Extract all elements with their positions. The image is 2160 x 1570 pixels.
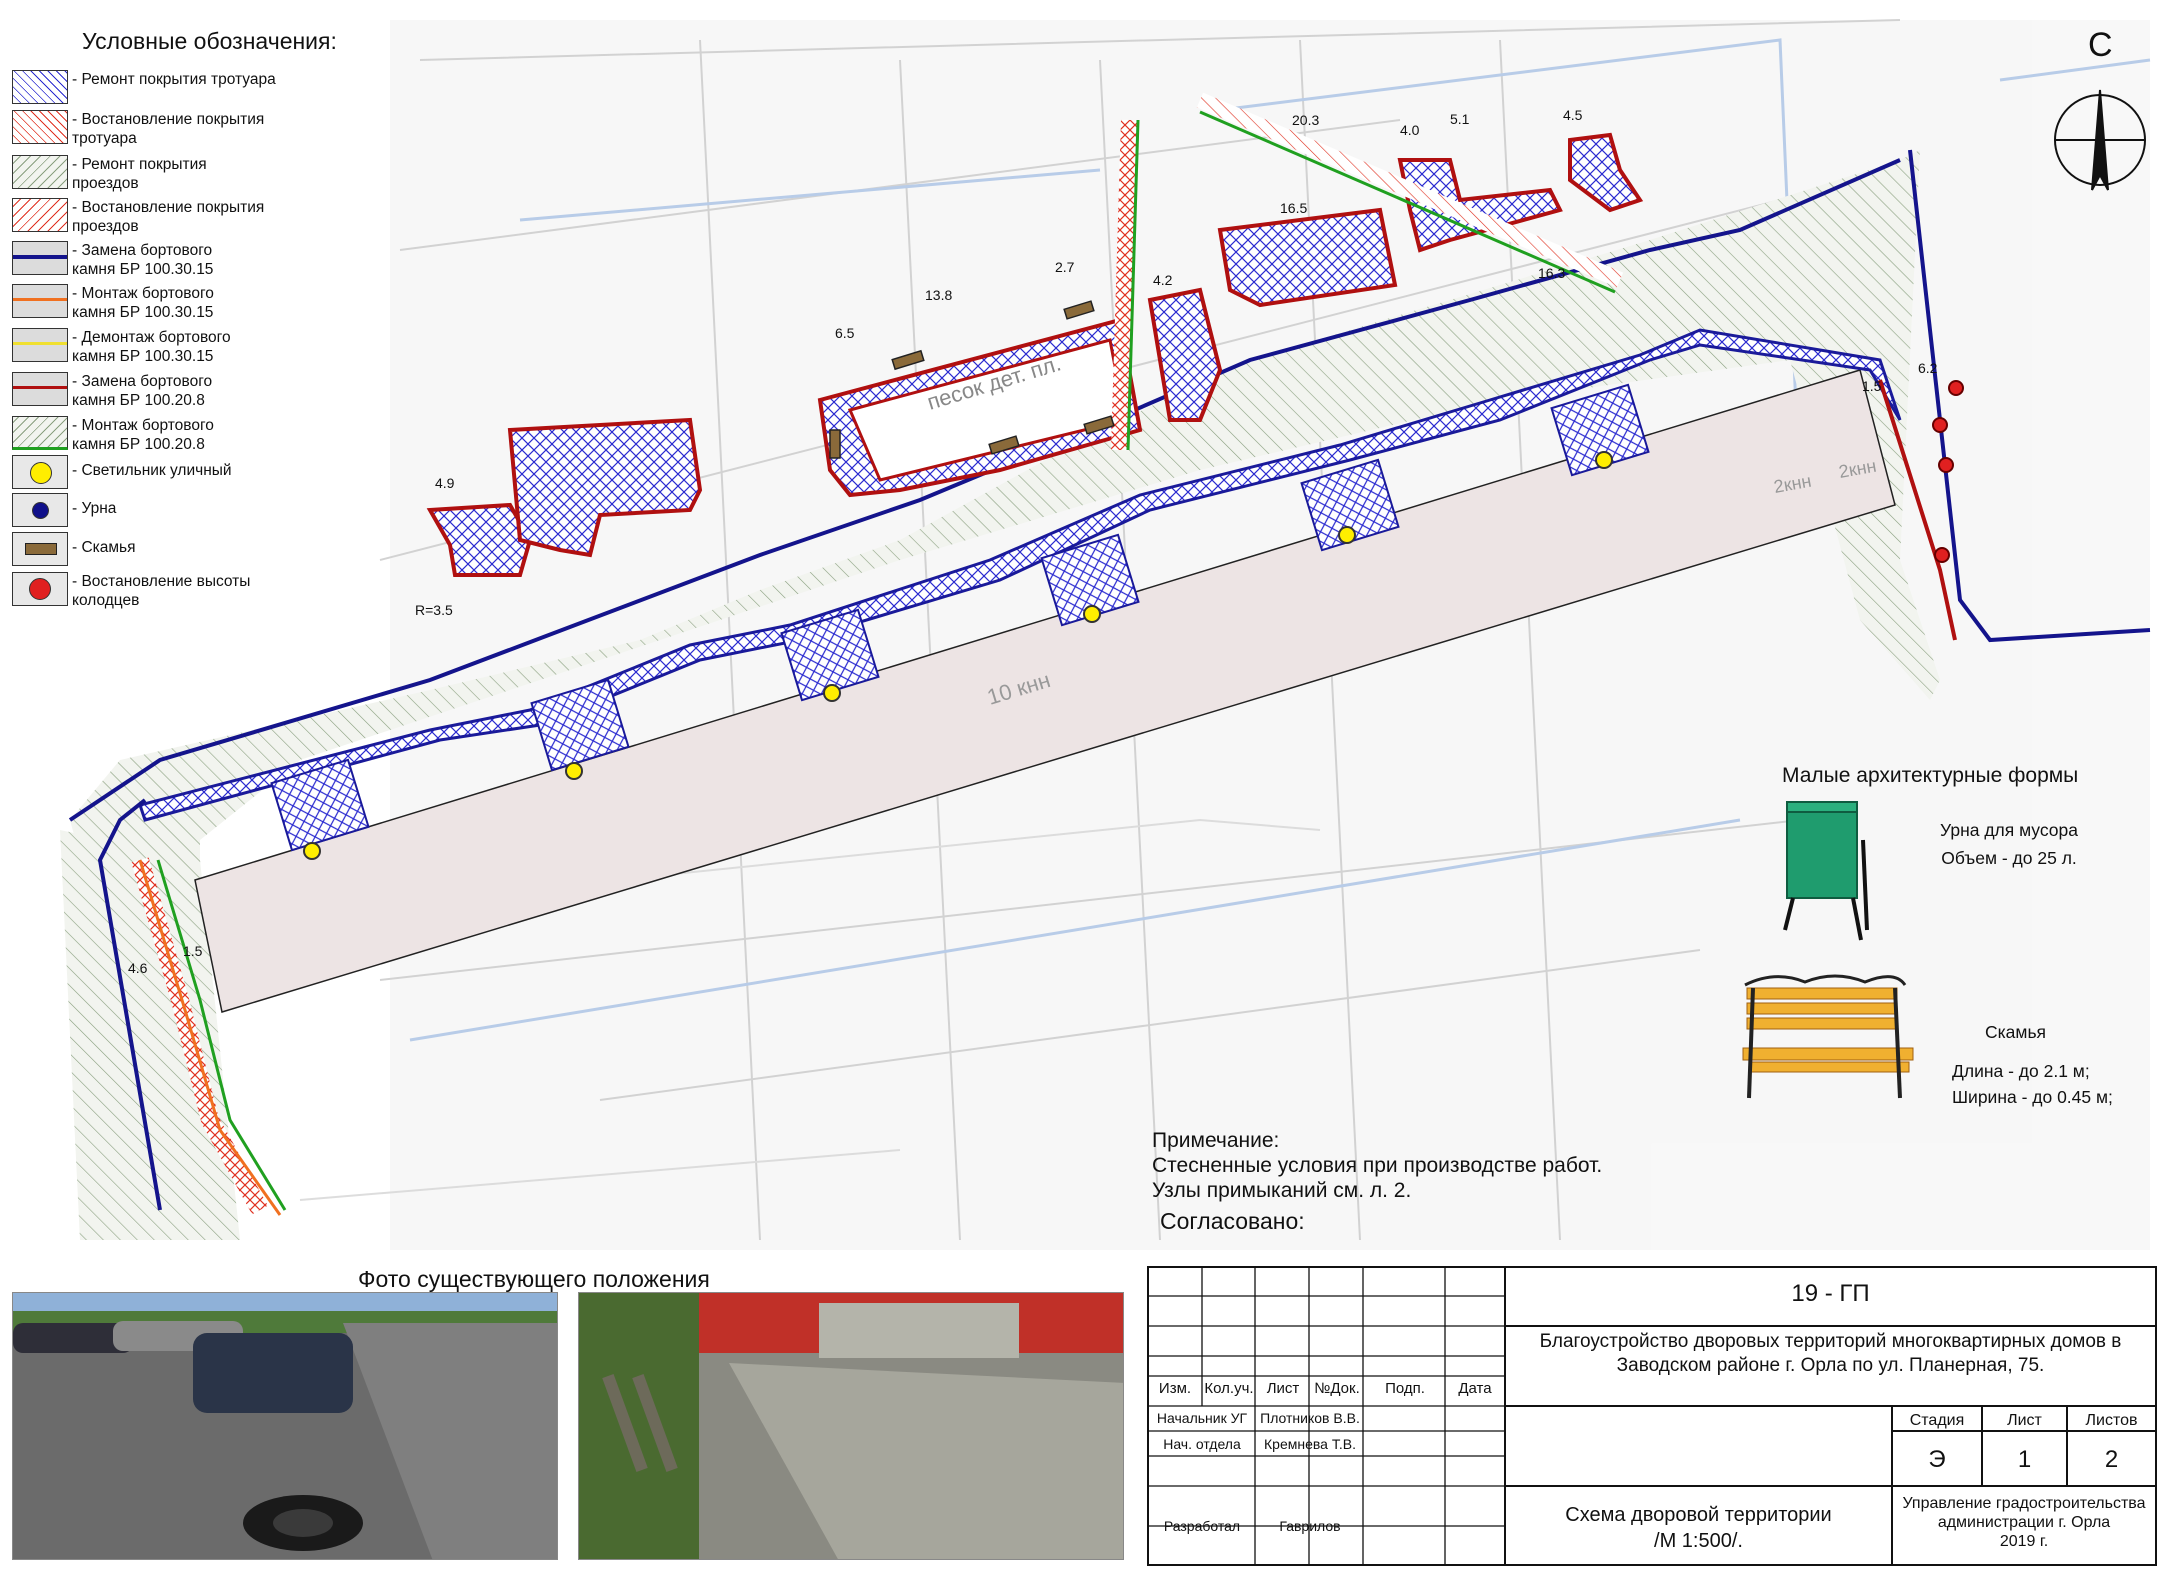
legend-label: - Востановление высоты колодцев: [72, 573, 251, 609]
dim-label: 4.6: [128, 960, 148, 976]
organization: Управление градостроительства администра…: [1902, 1495, 2146, 1550]
legend-item-urn: - Урна: [12, 493, 352, 537]
dim-label: 6.2: [1918, 360, 1938, 376]
legend-item-driveway-repair: - Ремонт покрытия проездов: [12, 155, 352, 199]
urn-description: Урна для мусора Объем - до 25 л.: [1940, 820, 2079, 868]
swatch-curb-mount-20: [12, 416, 68, 450]
legend-item-well: - Востановление высоты колодцев: [12, 572, 352, 616]
swatch-curb-replace-20: [12, 372, 68, 406]
legend-item-sidewalk-restore: - Востановление покрытия тротуара: [12, 110, 352, 154]
dim-label: 4.0: [1400, 122, 1420, 138]
header-qty: Кол.уч.: [1204, 1380, 1254, 1397]
legend-item-curb-mount-20: - Монтаж бортового камня БР 100.20.8: [12, 416, 352, 460]
swatch-curb-mount-30: [12, 284, 68, 318]
photos-title: Фото существующего положения: [358, 1266, 710, 1292]
legend-label: - Ремонт покрытия тротуара: [72, 71, 276, 88]
swatch-driveway-repair: [12, 155, 68, 189]
dim-label: 6.5: [835, 325, 855, 341]
swatch-curb-dismantle-30: [12, 328, 68, 362]
project-title: Благоустройство дворовых территорий мног…: [1539, 1331, 2122, 1376]
drawing-title: Схема дворовой территории /М 1:500/.: [1565, 1504, 1832, 1552]
dim-label: 1.5: [1862, 378, 1882, 394]
legend-label: - Демонтаж бортового камня БР 100.30.15: [72, 329, 231, 365]
legend-label: - Востановление покрытия проездов: [72, 199, 265, 235]
legend-label: - Востановление покрытия тротуара: [72, 111, 265, 147]
photo-existing-sidewalk: [578, 1292, 1124, 1560]
header-sheet: Лист: [1266, 1380, 1300, 1397]
header-date: Дата: [1458, 1380, 1492, 1397]
sheets-header: Листов: [2085, 1412, 2138, 1429]
north-label: С: [2088, 26, 2113, 64]
legend-item-sidewalk-repair: - Ремонт покрытия тротуара: [12, 70, 352, 114]
header-change: Изм.: [1158, 1380, 1192, 1397]
sheets-value: 2: [2104, 1446, 2119, 1473]
swatch-sidewalk-restore: [12, 110, 68, 144]
stage-value: Э: [1928, 1446, 1946, 1473]
photo-existing-parking: [12, 1292, 558, 1560]
dim-label: R=3.5: [415, 602, 453, 618]
legend-title: Условные обозначения:: [82, 28, 337, 54]
well-icon: [29, 578, 51, 600]
dim-label: 4.5: [1563, 107, 1583, 123]
dim-label: 16.3: [1538, 265, 1565, 281]
agreed-label: Согласовано:: [1160, 1208, 1305, 1234]
legend-label: - Монтаж бортового камня БР 100.30.15: [72, 285, 214, 321]
dim-label: 20.3: [1292, 112, 1319, 128]
sheet-value: 1: [2017, 1446, 2032, 1473]
swatch-driveway-restore: [12, 198, 68, 232]
swatch-urn: [12, 493, 68, 527]
swatch-street-lamp: [12, 455, 68, 489]
document-code: 19 - ГП: [1791, 1280, 1870, 1307]
legend-item-curb-mount-30: - Монтаж бортового камня БР 100.30.15: [12, 284, 352, 328]
legend-item-curb-replace-20: - Замена бортового камня БР 100.20.8: [12, 372, 352, 416]
bench-title: Скамья: [1985, 1022, 2047, 1042]
name-developer: Гаврилов: [1279, 1518, 1341, 1534]
legend-item-curb-replace-30: - Замена бортового камня БР 100.30.15: [12, 241, 352, 285]
urn-illustration: [1783, 801, 1869, 941]
dim-label: 13.8: [925, 287, 952, 303]
role-developer: Разработал: [1163, 1518, 1241, 1534]
legend-label: - Скамья: [72, 539, 136, 556]
urn-icon: [32, 502, 49, 519]
name-dept: Кремнева Т.В.: [1264, 1436, 1356, 1452]
swatch-bench: [12, 532, 68, 566]
lamp-icon: [30, 462, 52, 484]
bench-icon: [25, 543, 57, 555]
role-chief: Начальник УГ: [1156, 1410, 1248, 1426]
header-doc: №Док.: [1314, 1380, 1360, 1397]
maf-title: Малые архитектурные формы: [1782, 764, 2079, 787]
role-dept: Нач. отдела: [1163, 1436, 1241, 1452]
dim-label: 2.7: [1055, 259, 1075, 275]
dim-label: 16.5: [1280, 200, 1307, 216]
bench-illustration: [1742, 974, 1914, 1099]
note-text: Примечание: Стесненные условия при произ…: [1152, 1129, 1603, 1202]
legend-label: - Замена бортового камня БР 100.20.8: [72, 373, 213, 409]
sheet-header: Лист: [2007, 1412, 2042, 1429]
bench-description: Длина - до 2.1 м; Ширина - до 0.45 м;: [1952, 1061, 2113, 1107]
dim-label: 4.2: [1153, 272, 1173, 288]
swatch-curb-replace-30: [12, 241, 68, 275]
swatch-sidewalk-repair: [12, 70, 68, 104]
dim-label: 4.9: [435, 475, 455, 491]
dim-label: 5.1: [1450, 111, 1470, 127]
name-chief: Плотников В.В.: [1260, 1410, 1360, 1426]
legend-label: - Ремонт покрытия проездов: [72, 156, 207, 192]
legend-label: - Светильник уличный: [72, 462, 232, 479]
stage-header: Стадия: [1909, 1412, 1965, 1429]
header-sign: Подп.: [1385, 1380, 1425, 1397]
legend-label: - Замена бортового камня БР 100.30.15: [72, 242, 214, 278]
legend-item-bench: - Скамья: [12, 532, 352, 576]
dim-label: 1.5: [183, 943, 203, 959]
legend-label: - Урна: [72, 500, 117, 517]
swatch-well: [12, 572, 68, 606]
legend-item-driveway-restore: - Востановление покрытия проездов: [12, 198, 352, 242]
legend-item-curb-dismantle-30: - Демонтаж бортового камня БР 100.30.15: [12, 328, 352, 372]
legend-label: - Монтаж бортового камня БР 100.20.8: [72, 417, 214, 453]
